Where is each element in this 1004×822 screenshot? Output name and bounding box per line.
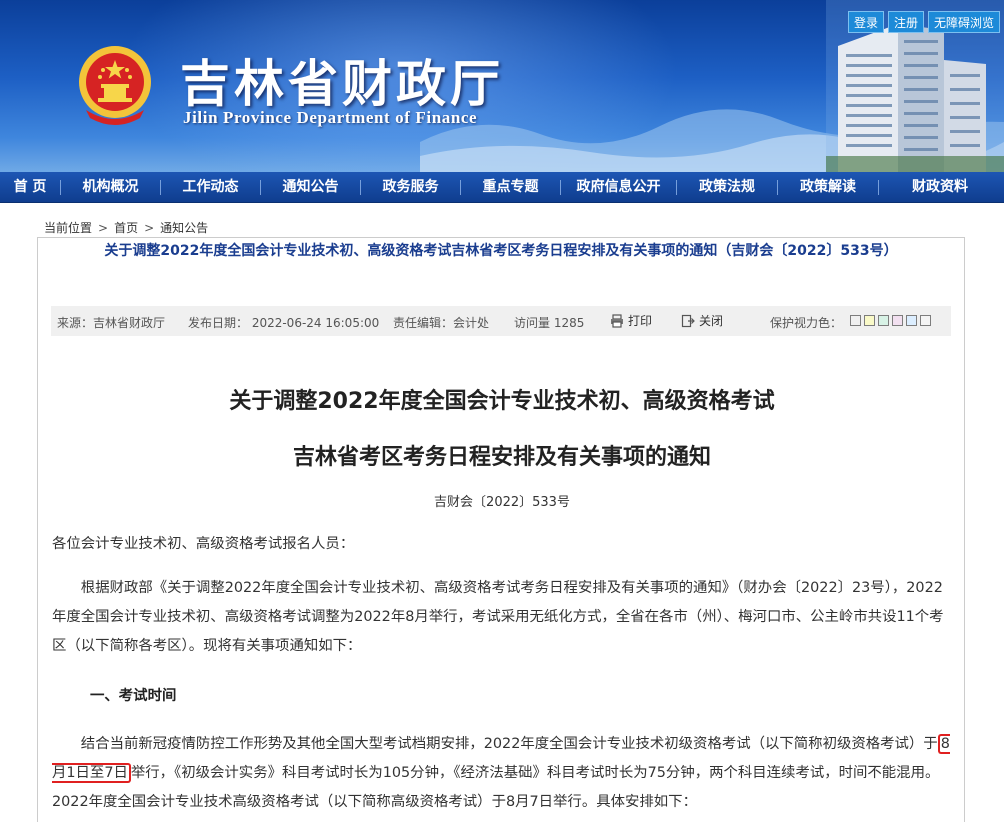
close-button[interactable]: 关闭 bbox=[681, 312, 723, 329]
eye-care-swatch[interactable] bbox=[892, 315, 903, 326]
meta-editor: 责任编辑：会计处 bbox=[393, 316, 490, 330]
eye-care-swatches bbox=[850, 315, 931, 326]
register-link[interactable]: 注册 bbox=[887, 11, 924, 33]
meta-views: 访问量 1285 bbox=[514, 316, 585, 330]
article-meta-bar: 来源：吉林省财政厅 发布日期： 2022-06-24 16:05:00 责任编辑… bbox=[51, 306, 951, 336]
document-number: 吉财会〔2022〕533号 bbox=[434, 495, 570, 510]
breadcrumb-home[interactable]: 首页 bbox=[114, 219, 138, 236]
print-label: 打印 bbox=[628, 314, 653, 328]
nav-home[interactable]: 首 页 bbox=[0, 172, 60, 203]
eye-care-label: 保护视力色： bbox=[770, 316, 843, 330]
nav-notices[interactable]: 通知公告 bbox=[261, 172, 360, 203]
nav-work-news[interactable]: 工作动态 bbox=[161, 172, 260, 203]
document-title-line-1: 关于调整2022年度全国会计专业技术初、高级资格考试 bbox=[229, 389, 775, 414]
eye-care-swatch[interactable] bbox=[850, 315, 861, 326]
nav-finance-data[interactable]: 财政资料 bbox=[879, 172, 1001, 203]
eye-care-swatch[interactable] bbox=[906, 315, 917, 326]
site-subtitle-english: Jilin Province Department of Finance bbox=[183, 108, 478, 127]
top-links: 登录 注册 无障碍浏览 bbox=[847, 11, 1000, 33]
printer-icon bbox=[611, 313, 623, 328]
eye-care-swatch[interactable] bbox=[920, 315, 931, 326]
nav-policies[interactable]: 政策法规 bbox=[677, 172, 777, 203]
breadcrumb-label: 当前位置 bbox=[44, 221, 93, 235]
header-banner: 吉林省财政厅 Jilin Province Department of Fina… bbox=[0, 0, 1004, 172]
paragraph-1: 根据财政部《关于调整2022年度全国会计专业技术初、高级资格考试考务日程安排及有… bbox=[52, 580, 944, 654]
eye-care-swatch[interactable] bbox=[864, 315, 875, 326]
article-panel: 关于调整2022年度全国会计专业技术初、高级资格考试吉林省考区考务日程安排及有关… bbox=[37, 237, 965, 822]
national-emblem-icon bbox=[79, 46, 151, 125]
main-nav: 首 页 机构概况 工作动态 通知公告 政务服务 重点专题 政府信息公开 政策法规… bbox=[0, 172, 1004, 203]
eye-care-swatch[interactable] bbox=[878, 315, 889, 326]
print-button[interactable]: 打印 bbox=[610, 312, 652, 329]
nav-services[interactable]: 政务服务 bbox=[361, 172, 460, 203]
close-label: 关闭 bbox=[699, 314, 724, 328]
accessibility-link[interactable]: 无障碍浏览 bbox=[927, 11, 1000, 33]
meta-source: 来源：吉林省财政厅 bbox=[57, 316, 166, 330]
nav-interpretations[interactable]: 政策解读 bbox=[778, 172, 878, 203]
site-title: 吉林省财政厅 bbox=[180, 54, 504, 113]
breadcrumb-separator: > bbox=[98, 220, 109, 235]
close-window-icon bbox=[681, 314, 695, 327]
section-heading-exam-time: 一、考试时间 bbox=[90, 688, 177, 704]
nav-public-info[interactable]: 政府信息公开 bbox=[561, 172, 676, 203]
breadcrumb-separator: > bbox=[144, 220, 155, 235]
document-title-line-2: 吉林省考区考务日程安排及有关事项的通知 bbox=[292, 445, 711, 470]
nav-topics[interactable]: 重点专题 bbox=[461, 172, 560, 203]
article-head-title: 关于调整2022年度全国会计专业技术初、高级资格考试吉林省考区考务日程安排及有关… bbox=[104, 243, 898, 259]
login-link[interactable]: 登录 bbox=[847, 11, 884, 33]
salutation: 各位会计专业技术初、高级资格考试报名人员： bbox=[52, 536, 355, 552]
paragraph-2: 结合当前新冠疫情防控工作形势及其他全国大型考试档期安排，2022年度全国会计专业… bbox=[52, 730, 952, 817]
meta-date: 发布日期： 2022-06-24 16:05:00 bbox=[188, 316, 380, 330]
nav-organization[interactable]: 机构概况 bbox=[61, 172, 160, 203]
paragraph-2-text-before: 结合当前新冠疫情防控工作形势及其他全国大型考试档期安排，2022年度全国会计专业… bbox=[80, 736, 938, 752]
breadcrumb: 当前位置 > 首页 > 通知公告 bbox=[44, 219, 208, 236]
breadcrumb-notices[interactable]: 通知公告 bbox=[160, 219, 208, 236]
paragraph-2-text-after: 举行，《初级会计实务》科目考试时长为105分钟，《经济法基础》科目考试时长为75… bbox=[52, 765, 940, 810]
